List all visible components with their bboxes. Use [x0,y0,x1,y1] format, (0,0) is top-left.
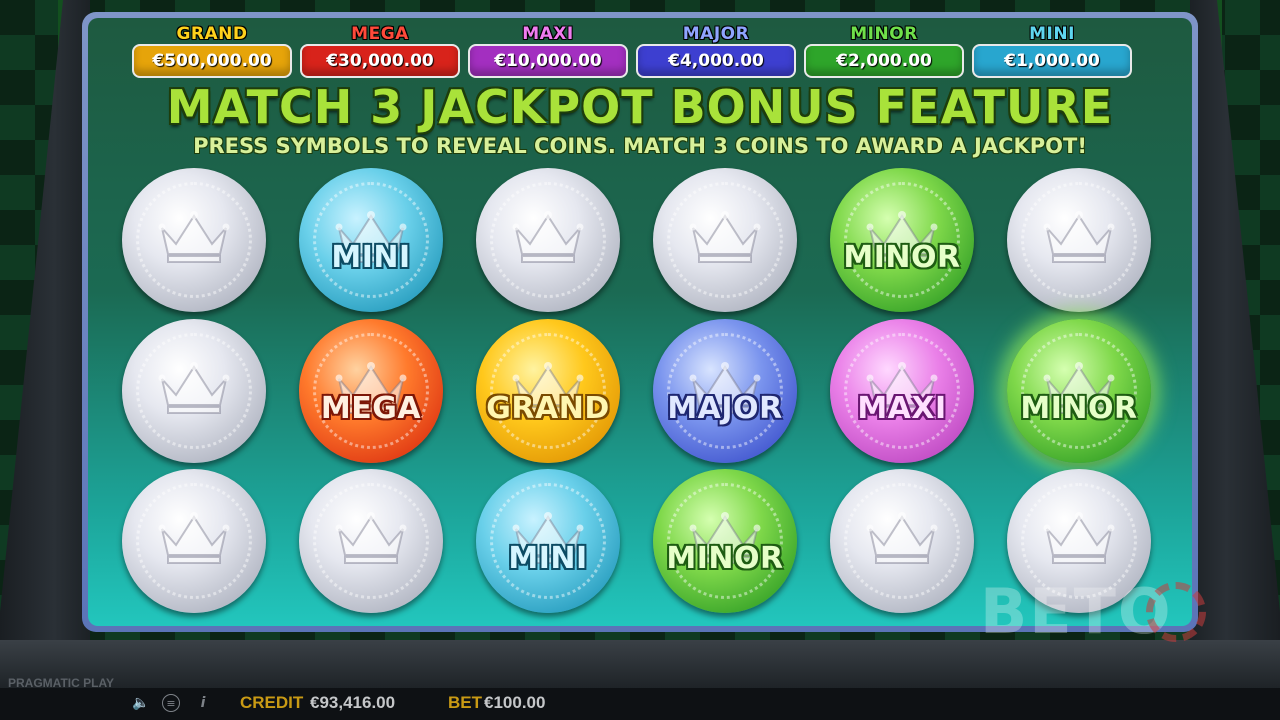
crown-icon [335,511,407,565]
coin-unrevealed[interactable] [122,469,266,613]
coin-minor[interactable]: MINOR [1007,319,1151,463]
crown-icon [866,511,938,565]
jackpot-minor: MINOR €2,000.00 [804,24,964,80]
coin-major[interactable]: MAJOR [653,319,797,463]
credit-label: CREDIT [240,693,304,712]
bet-label: BET [448,693,482,712]
coin-unrevealed[interactable] [1007,168,1151,312]
coin-label: MAXI [857,391,947,426]
info-icon[interactable]: i [194,694,212,712]
jackpot-amount: €30,000.00 [300,44,460,78]
speaker-icon[interactable]: 🔈 [132,694,150,712]
feature-subtitle: PRESS SYMBOLS TO REVEAL COINS. MATCH 3 C… [193,134,1087,158]
coin-label: MAJOR [667,391,783,426]
jackpot-amount: €2,000.00 [804,44,964,78]
crown-icon [158,361,230,415]
coin-unrevealed[interactable] [830,469,974,613]
menu-icon[interactable]: ≡ [162,694,180,712]
coin-label: MINI [508,541,588,576]
watermark-chip-icon [1146,582,1206,642]
coin-unrevealed[interactable] [476,168,620,312]
jackpot-amount: €4,000.00 [636,44,796,78]
jackpot-grand: GRAND €500,000.00 [132,24,292,80]
jackpot-amount: €10,000.00 [468,44,628,78]
jackpot-maxi: MAXI €10,000.00 [468,24,628,80]
jackpot-amount: €500,000.00 [132,44,292,78]
coin-minor[interactable]: MINOR [830,168,974,312]
bet-value: €100.00 [484,693,546,712]
coin-mega[interactable]: MEGA [299,319,443,463]
jackpot-mega: MEGA €30,000.00 [300,24,460,80]
jackpot-title: MAJOR [682,24,750,44]
crown-icon [158,210,230,264]
jackpot-mini: MINI €1,000.00 [972,24,1132,80]
coin-label: MEGA [320,391,422,426]
crown-icon [689,210,761,264]
coin-label: GRAND [486,391,610,426]
game-board: GRAND €500,000.00 MEGA €30,000.00 MAXI €… [88,18,1192,626]
brand-logo: PRAGMATIC PLAY [8,676,115,690]
coin-minor[interactable]: MINOR [653,469,797,613]
coin-maxi[interactable]: MAXI [830,319,974,463]
coin-grid: MINI MINOR MEGA GRAND MAJOR MAXI MINOR MINI MINO… [122,168,1172,623]
coin-unrevealed[interactable] [122,319,266,463]
game-screen: GRAND €500,000.00 MEGA €30,000.00 MAXI €… [82,12,1198,632]
coin-label: MINOR [666,541,784,576]
jackpot-title: GRAND [176,24,248,44]
coin-unrevealed[interactable] [122,168,266,312]
coin-grand[interactable]: GRAND [476,319,620,463]
crown-icon [1043,511,1115,565]
coin-mini[interactable]: MINI [299,168,443,312]
status-bar [0,688,1280,720]
jackpot-title: MINI [1029,24,1075,44]
crown-icon [512,210,584,264]
coin-label: MINI [331,240,411,275]
jackpot-major: MAJOR €4,000.00 [636,24,796,80]
feature-title: MATCH 3 JACKPOT BONUS FEATURE [166,80,1114,134]
coin-mini[interactable]: MINI [476,469,620,613]
jackpot-title: MAXI [522,24,574,44]
coin-label: MINOR [843,240,961,275]
coin-unrevealed[interactable] [299,469,443,613]
crown-icon [1043,210,1115,264]
jackpot-amount: €1,000.00 [972,44,1132,78]
credit-value: €93,416.00 [310,693,396,712]
coin-label: MINOR [1020,391,1138,426]
jackpot-title: MINOR [850,24,918,44]
crown-icon [158,511,230,565]
jackpot-title: MEGA [351,24,409,44]
coin-unrevealed[interactable] [653,168,797,312]
